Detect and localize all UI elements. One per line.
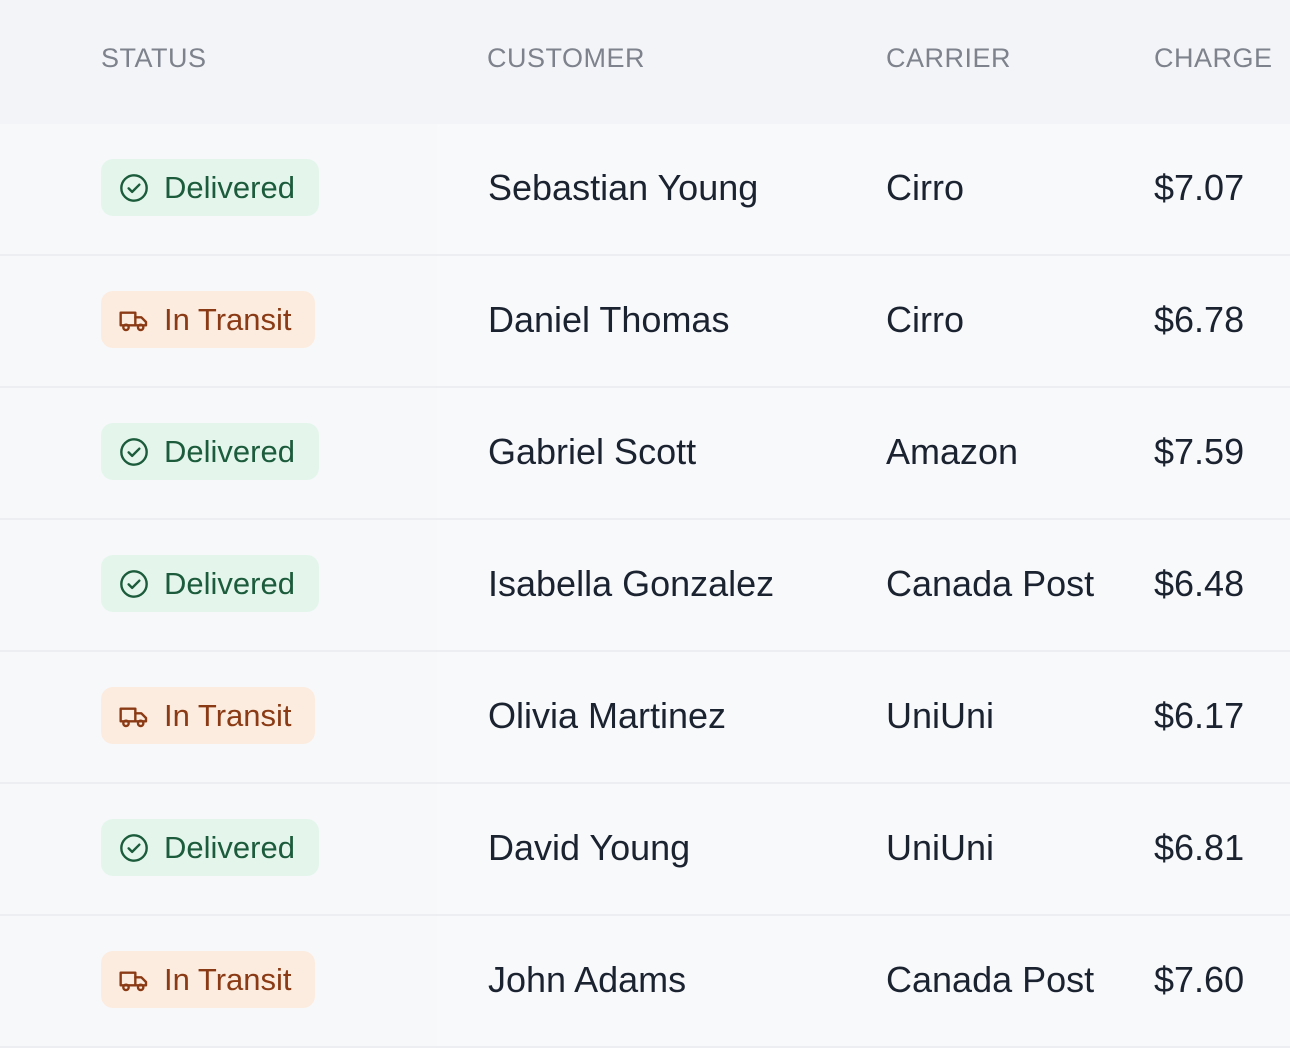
charge-amount: $6.48 — [1154, 563, 1245, 604]
table-row[interactable]: Delivered Sebastian Young Cirro $7.07 — [0, 124, 1290, 256]
status-label: Delivered — [164, 169, 295, 205]
status-badge: In Transit — [101, 951, 315, 1008]
truck-icon — [118, 700, 150, 732]
truck-icon — [118, 304, 150, 336]
table-row[interactable]: Delivered Isabella Gonzalez Canada Post $6.… — [0, 520, 1290, 652]
status-badge: Delivered — [101, 423, 319, 480]
column-header-customer[interactable]: CUSTOMER — [487, 43, 645, 74]
status-badge: Delivered — [101, 159, 319, 216]
check-circle-icon — [118, 568, 150, 600]
status-label: Delivered — [164, 829, 295, 865]
check-circle-icon — [118, 172, 150, 204]
customer-name: Gabriel Scott — [488, 431, 697, 472]
status-label: In Transit — [164, 301, 292, 337]
check-circle-icon — [118, 832, 150, 864]
charge-amount: $7.59 — [1154, 431, 1245, 472]
status-badge: In Transit — [101, 687, 315, 744]
carrier-name: Amazon — [886, 431, 1019, 472]
carrier-name: UniUni — [886, 827, 995, 868]
table-body: Delivered Sebastian Young Cirro $7.07 In Tra… — [0, 124, 1290, 1048]
status-badge: Delivered — [101, 819, 319, 876]
charge-amount: $6.78 — [1154, 299, 1245, 340]
table-row[interactable]: Delivered Gabriel Scott Amazon $7.59 — [0, 388, 1290, 520]
table-row[interactable]: In Transit Daniel Thomas Cirro $6.78 — [0, 256, 1290, 388]
column-header-charge[interactable]: CHARGE — [1154, 43, 1273, 74]
customer-name: Isabella Gonzalez — [488, 563, 775, 604]
status-label: In Transit — [164, 961, 292, 997]
customer-name: David Young — [488, 827, 691, 868]
carrier-name: Canada Post — [886, 959, 1095, 1000]
check-circle-icon — [118, 436, 150, 468]
column-header-status[interactable]: STATUS — [101, 43, 207, 74]
customer-name: Sebastian Young — [488, 167, 759, 208]
status-badge: Delivered — [101, 555, 319, 612]
table-row[interactable]: In Transit Olivia Martinez UniUni $6.17 — [0, 652, 1290, 784]
status-label: Delivered — [164, 433, 295, 469]
status-label: In Transit — [164, 697, 292, 733]
table-row[interactable]: In Transit John Adams Canada Post $7.60 — [0, 916, 1290, 1048]
charge-amount: $7.60 — [1154, 959, 1245, 1000]
truck-icon — [118, 964, 150, 996]
carrier-name: UniUni — [886, 695, 995, 736]
column-header-carrier[interactable]: CARRIER — [886, 43, 1011, 74]
customer-name: Daniel Thomas — [488, 299, 730, 340]
table-header: STATUS CUSTOMER CARRIER CHARGE — [0, 0, 1290, 124]
charge-amount: $7.07 — [1154, 167, 1245, 208]
carrier-name: Cirro — [886, 299, 964, 340]
status-badge: In Transit — [101, 291, 315, 348]
carrier-name: Cirro — [886, 167, 964, 208]
status-label: Delivered — [164, 565, 295, 601]
customer-name: John Adams — [488, 959, 687, 1000]
charge-amount: $6.81 — [1154, 827, 1245, 868]
charge-amount: $6.17 — [1154, 695, 1245, 736]
shipments-table: STATUS CUSTOMER CARRIER CHARGE Delivered… — [0, 0, 1290, 1048]
customer-name: Olivia Martinez — [488, 695, 727, 736]
carrier-name: Canada Post — [886, 563, 1095, 604]
table-row[interactable]: Delivered David Young UniUni $6.81 — [0, 784, 1290, 916]
